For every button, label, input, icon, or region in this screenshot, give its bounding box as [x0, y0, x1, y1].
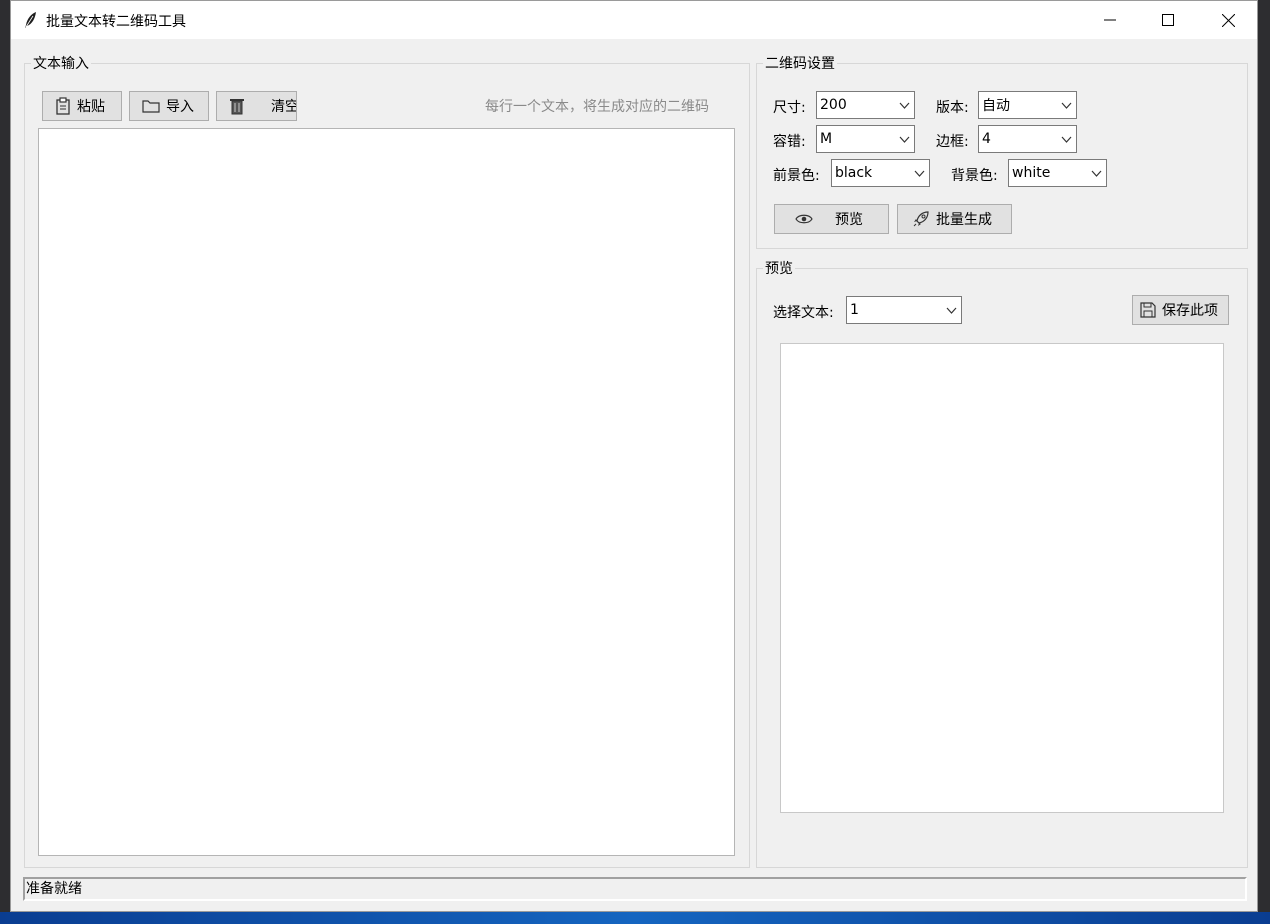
status-text: 准备就绪 [26, 881, 82, 897]
border-value: 4 [982, 131, 991, 147]
batch-generate-button[interactable]: 批量生成 [897, 204, 1012, 234]
version-select[interactable]: 自动 [978, 91, 1077, 119]
border-select[interactable]: 4 [978, 125, 1077, 153]
foreground-color-label: 前景色: [773, 168, 820, 184]
maximize-icon [1162, 14, 1174, 26]
size-select[interactable]: 200 [816, 91, 915, 119]
select-text-value: 1 [850, 302, 859, 318]
preview-button[interactable]: 预览 [774, 204, 889, 234]
save-item-button-label: 保存此项 [1162, 303, 1218, 319]
chevron-down-icon [1056, 136, 1076, 143]
close-icon [1221, 13, 1235, 27]
background-color-value: white [1012, 165, 1051, 181]
paste-button-label: 粘贴 [77, 99, 105, 115]
rocket-icon [913, 211, 929, 227]
version-label: 版本: [936, 100, 969, 116]
background-color-select[interactable]: white [1008, 159, 1107, 187]
trash-icon [230, 99, 244, 115]
foreground-color-select[interactable]: black [831, 159, 930, 187]
minimize-button[interactable] [1081, 1, 1139, 39]
save-item-button[interactable]: 保存此项 [1132, 295, 1229, 325]
error-correction-value: M [820, 131, 833, 147]
background-left-strip [0, 0, 10, 924]
maximize-button[interactable] [1139, 1, 1197, 39]
preview-group-title: 预览 [765, 261, 793, 277]
error-correction-select[interactable]: M [816, 125, 915, 153]
clipboard-icon [56, 97, 70, 115]
input-hint: 每行一个文本，将生成对应的二维码 [485, 99, 709, 115]
size-label: 尺寸: [773, 100, 806, 116]
app-window: 批量文本转二维码工具 文本输入 粘贴 导入 清空 每行一个文本，将生成对应的二维… [10, 0, 1258, 912]
window-title: 批量文本转二维码工具 [46, 14, 186, 30]
clear-button[interactable]: 清空 [216, 91, 297, 121]
status-bar: 准备就绪 [23, 877, 1247, 901]
qr-settings-group-title: 二维码设置 [765, 56, 835, 72]
chevron-down-icon [1086, 170, 1106, 177]
floppy-disk-icon [1140, 302, 1156, 318]
background-right-strip [1258, 0, 1270, 924]
minimize-icon [1104, 19, 1116, 21]
clear-button-label: 清空 [271, 99, 297, 115]
text-input-group-title: 文本输入 [33, 56, 89, 72]
qr-preview-canvas [780, 343, 1224, 813]
preview-button-label: 预览 [835, 212, 863, 228]
background-color-label: 背景色: [951, 168, 998, 184]
chevron-down-icon [894, 102, 914, 109]
folder-icon [142, 100, 160, 113]
text-input-area[interactable] [38, 128, 735, 856]
border-label: 边框: [936, 134, 969, 150]
chevron-down-icon [1056, 102, 1076, 109]
foreground-color-value: black [835, 165, 873, 181]
chevron-down-icon [894, 136, 914, 143]
eye-icon [795, 214, 813, 224]
import-button[interactable]: 导入 [129, 91, 209, 121]
title-bar: 批量文本转二维码工具 [11, 1, 1257, 39]
error-correction-label: 容错: [773, 134, 806, 150]
close-button[interactable] [1199, 1, 1257, 39]
select-text-dropdown[interactable]: 1 [846, 296, 962, 324]
taskbar [0, 912, 1270, 924]
import-button-label: 导入 [166, 99, 194, 115]
chevron-down-icon [909, 170, 929, 177]
select-text-label: 选择文本: [773, 305, 834, 321]
size-value: 200 [820, 97, 847, 113]
batch-generate-button-label: 批量生成 [936, 212, 992, 228]
version-value: 自动 [982, 98, 1010, 114]
paste-button[interactable]: 粘贴 [42, 91, 122, 121]
feather-icon [25, 12, 36, 28]
chevron-down-icon [941, 307, 961, 314]
